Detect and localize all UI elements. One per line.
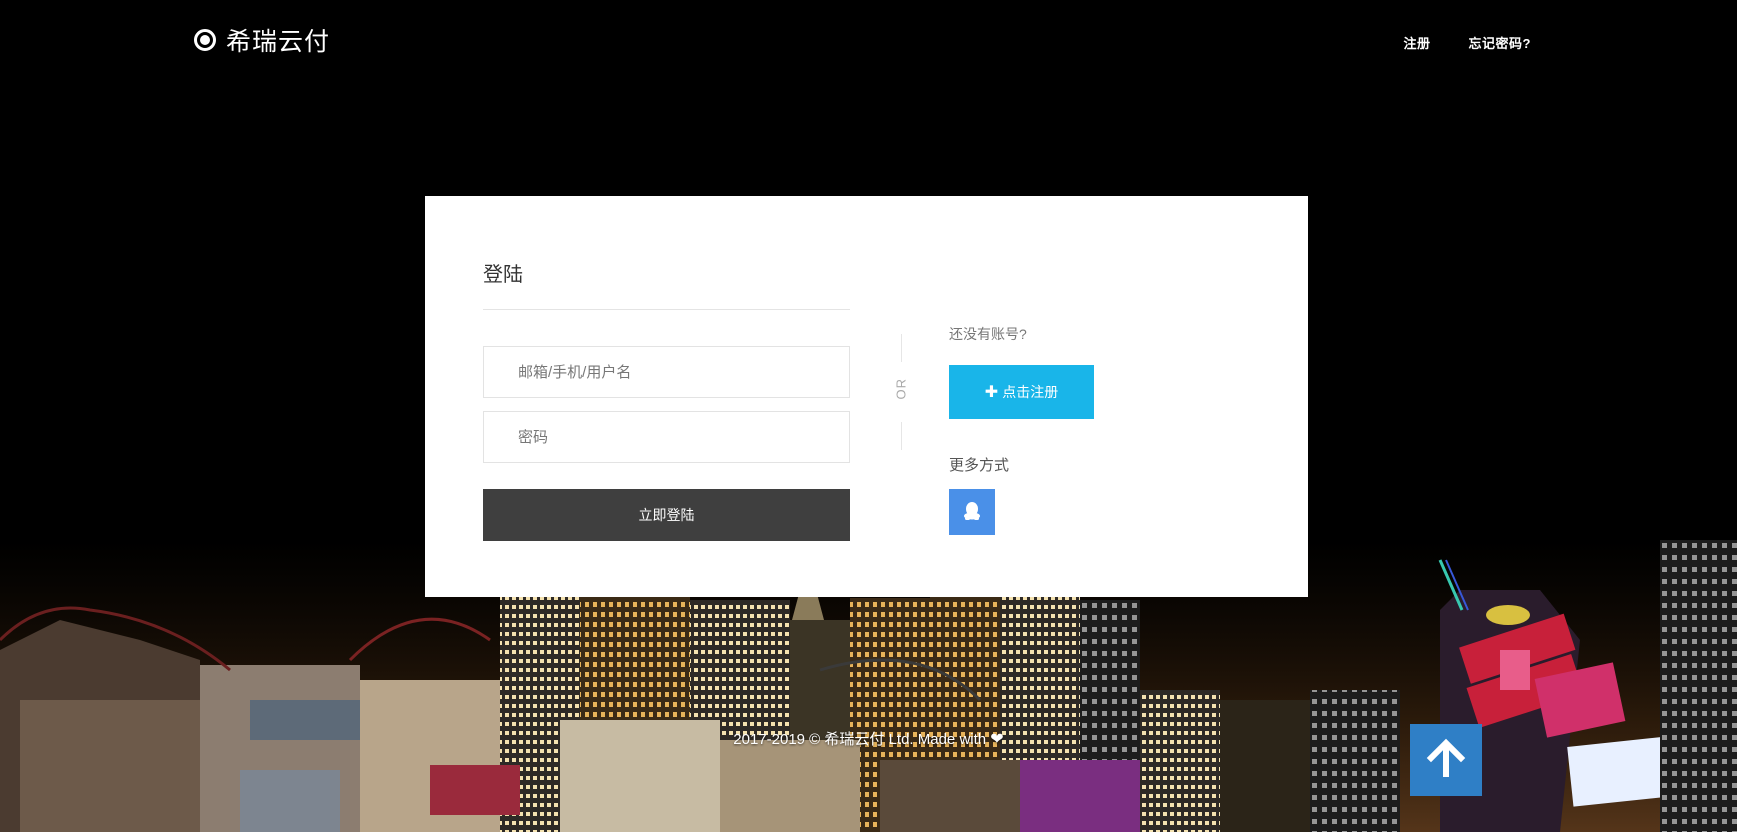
password-input[interactable] — [483, 411, 850, 463]
separator-line-bottom — [901, 422, 902, 450]
brand-logo[interactable]: 希瑞云付 — [194, 22, 330, 58]
register-button[interactable]: ✚ 点击注册 — [949, 365, 1094, 419]
qq-penguin-icon — [963, 501, 981, 524]
register-button-label: 点击注册 — [1002, 384, 1059, 400]
or-separator: OR — [893, 378, 909, 400]
login-card: 登陆 立即登陆 OR 还没有账号? ✚ 点击注册 更多方式 — [425, 196, 1308, 597]
login-title: 登陆 — [483, 264, 523, 286]
scroll-to-top-button[interactable] — [1410, 724, 1482, 796]
no-account-text: 还没有账号? — [949, 326, 1027, 342]
footer-copyright: 2017-2019 © 希瑞云付 Ltd. Made with — [733, 731, 987, 748]
title-divider — [483, 309, 850, 310]
nav-register-link[interactable]: 注册 — [1404, 33, 1431, 52]
more-ways-text: 更多方式 — [949, 457, 1010, 474]
brand-name: 希瑞云付 — [226, 28, 331, 56]
qq-login-button[interactable] — [949, 489, 995, 535]
username-input[interactable] — [483, 346, 850, 398]
nav-forgot-password-link[interactable]: 忘记密码? — [1469, 33, 1531, 52]
separator-line-top — [901, 334, 902, 362]
plus-icon: ✚ — [984, 384, 999, 401]
arrow-up-icon — [1426, 737, 1466, 784]
heart-icon: ❤ — [990, 731, 1004, 748]
top-nav: 注册 忘记密码? — [1404, 33, 1531, 52]
login-button[interactable]: 立即登陆 — [483, 489, 850, 541]
target-icon — [194, 29, 216, 51]
